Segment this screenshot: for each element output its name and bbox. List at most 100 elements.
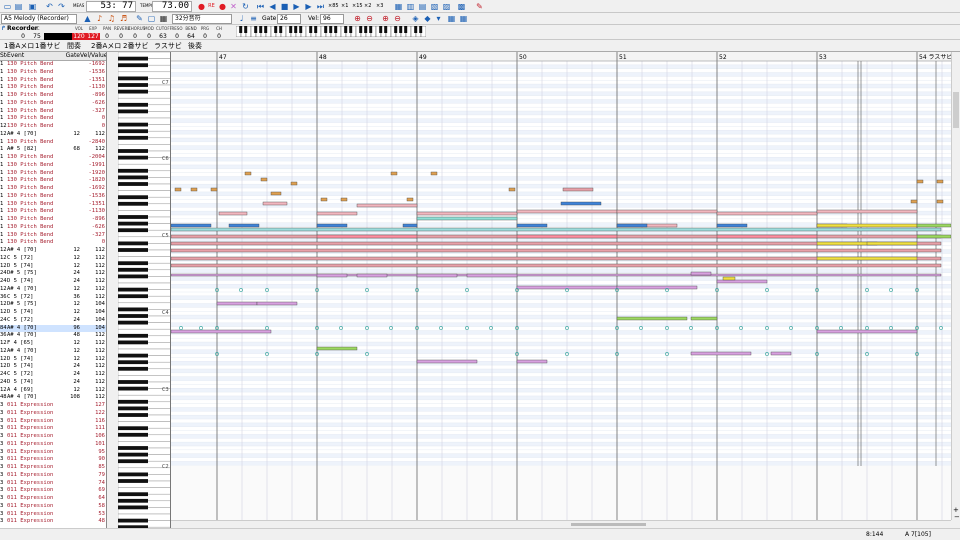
piano-keyboard-icon[interactable]: ▩: [456, 1, 467, 12]
black-key[interactable]: [118, 426, 148, 431]
note-row[interactable]: [171, 307, 951, 312]
quantize-icon[interactable]: ◈: [410, 14, 421, 24]
note-row[interactable]: [171, 107, 951, 112]
note-row[interactable]: [171, 68, 951, 73]
note[interactable]: [171, 273, 942, 277]
param-value[interactable]: 127: [86, 33, 100, 40]
event-row[interactable]: 1 130 Pitch Bend -896: [0, 92, 106, 100]
event-row[interactable]: 24 D 5 [74] 24 112: [0, 278, 106, 286]
track-up-icon[interactable]: ▲: [82, 14, 93, 24]
param-value[interactable]: 0: [114, 33, 128, 40]
note-row[interactable]: [171, 280, 951, 285]
note[interactable]: [716, 279, 768, 284]
event-row[interactable]: 3 011 Expression 85: [0, 464, 106, 472]
note-row[interactable]: [171, 430, 951, 435]
note-row[interactable]: [171, 338, 951, 343]
note-row[interactable]: [171, 349, 951, 354]
note-row[interactable]: [171, 334, 951, 339]
note-row[interactable]: [171, 91, 951, 96]
col-step[interactable]: Step: [0, 52, 7, 60]
note-row[interactable]: [171, 191, 951, 196]
vertical-scrollbar[interactable]: + −: [951, 52, 960, 521]
mini-black-key[interactable]: [344, 26, 348, 33]
note[interactable]: [356, 273, 388, 278]
black-key[interactable]: [118, 89, 148, 94]
loop-icon[interactable]: ↻: [240, 1, 251, 12]
note[interactable]: [260, 177, 268, 182]
param-value[interactable]: 0: [100, 33, 114, 40]
gate-input[interactable]: 26: [277, 14, 301, 24]
mini-black-key[interactable]: [279, 26, 283, 33]
note-row[interactable]: [171, 395, 951, 400]
note-row[interactable]: [171, 292, 951, 296]
view-mixer-icon[interactable]: ▨: [441, 1, 452, 12]
note[interactable]: [290, 181, 298, 186]
zoom-out-icon[interactable]: −: [954, 513, 960, 521]
vel-input[interactable]: 96: [320, 14, 344, 24]
black-key[interactable]: [118, 386, 148, 391]
note-row[interactable]: [171, 342, 951, 346]
note[interactable]: [910, 199, 918, 204]
note-row[interactable]: [171, 311, 951, 316]
event-row[interactable]: 12 D# 5 [75] 12 104: [0, 301, 106, 309]
note[interactable]: [816, 223, 918, 228]
note-row[interactable]: [171, 195, 951, 200]
event-row[interactable]: 1 130 Pitch Bend -327: [0, 108, 106, 116]
event-row[interactable]: 1 130 Pitch Bend -327: [0, 232, 106, 240]
black-key[interactable]: [118, 479, 148, 483]
event-row[interactable]: 24 D# 5 [75] 24 112: [0, 270, 106, 278]
mini-black-key[interactable]: [294, 26, 298, 33]
note-row[interactable]: [171, 180, 951, 185]
note-row[interactable]: [171, 72, 951, 77]
zoom-out-icon[interactable]: ⊖: [364, 14, 375, 24]
pencil-icon[interactable]: ✎: [134, 14, 145, 24]
black-key[interactable]: [118, 267, 148, 272]
note-row[interactable]: [171, 122, 951, 127]
note-row[interactable]: [171, 138, 951, 142]
param-value[interactable]: 0: [212, 33, 226, 40]
note-row[interactable]: [171, 238, 951, 242]
note-row[interactable]: [171, 176, 951, 181]
note-row[interactable]: [171, 295, 951, 300]
rewind-start-icon[interactable]: ⏮: [255, 1, 266, 12]
black-key[interactable]: [118, 320, 148, 325]
black-key[interactable]: [118, 56, 148, 61]
note[interactable]: [816, 329, 918, 334]
note-row[interactable]: [171, 461, 951, 466]
zoom-3[interactable]: ×3: [376, 3, 383, 9]
event-row[interactable]: 1 130 Pitch Bend -1351: [0, 77, 106, 85]
note-row[interactable]: [171, 276, 951, 281]
black-key[interactable]: [118, 505, 148, 510]
event-row[interactable]: 3 011 Expression 101: [0, 441, 106, 449]
event-row[interactable]: 12 D 5 [74] 12 112: [0, 263, 106, 271]
lock-icon[interactable]: ♬: [118, 14, 129, 24]
black-key[interactable]: [118, 353, 148, 358]
event-row[interactable]: 36 A# 4 [70] 48 112: [0, 332, 106, 340]
mini-black-key[interactable]: [379, 26, 383, 33]
scroll-thumb[interactable]: [571, 523, 646, 526]
black-key[interactable]: [118, 459, 148, 464]
event-row[interactable]: 1 130 Pitch Bend -1991: [0, 162, 106, 170]
note-row[interactable]: [171, 415, 951, 420]
chevron-down-icon[interactable]: ▾: [433, 14, 444, 24]
black-key[interactable]: [118, 155, 148, 160]
note[interactable]: [916, 179, 924, 184]
zoom-1[interactable]: ×1: [341, 3, 348, 9]
note[interactable]: [228, 223, 260, 228]
black-key[interactable]: [118, 340, 148, 345]
zoom-vert-in-icon[interactable]: ⊕: [380, 14, 391, 24]
event-row[interactable]: 3 011 Expression 111: [0, 425, 106, 433]
note[interactable]: [262, 201, 288, 206]
black-key[interactable]: [118, 261, 148, 266]
tab-interlude[interactable]: 間奏: [65, 41, 83, 52]
event-row[interactable]: 12 130 Pitch Bend 0: [0, 123, 106, 131]
note[interactable]: [936, 179, 944, 184]
note-row[interactable]: [171, 134, 951, 138]
event-row[interactable]: 24 C 5 [72] 24 112: [0, 371, 106, 379]
event-row[interactable]: 3 011 Expression 127: [0, 402, 106, 410]
note-row[interactable]: [171, 434, 951, 439]
mini-keyboard[interactable]: [236, 26, 426, 37]
triplet-icon[interactable]: ≡: [248, 14, 259, 24]
event-row[interactable]: 1 130 Pitch Bend -1692: [0, 185, 106, 193]
note[interactable]: [690, 351, 752, 356]
